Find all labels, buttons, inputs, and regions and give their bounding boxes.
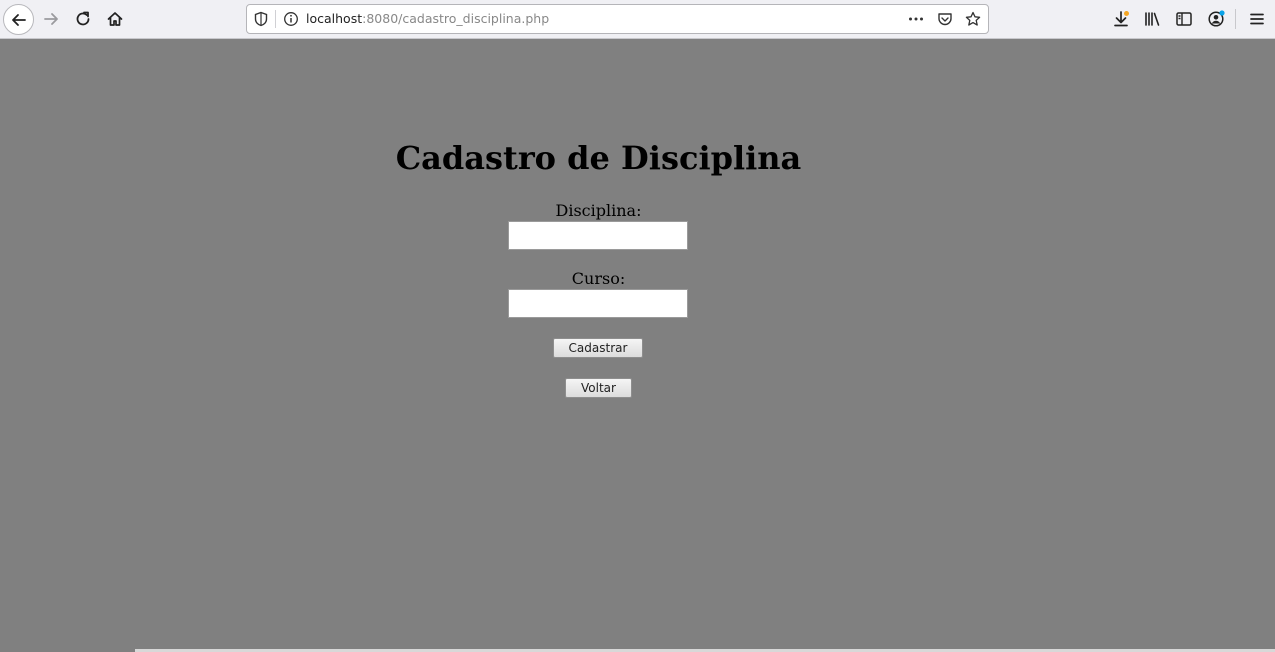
url-separator <box>275 10 276 28</box>
arrow-right-icon <box>44 13 58 25</box>
curso-input[interactable] <box>508 289 688 318</box>
reload-button[interactable] <box>68 4 98 34</box>
toolbar-separator <box>1235 9 1236 29</box>
more-actions-icon[interactable] <box>908 11 924 27</box>
url-path: :8080/cadastro_disciplina.php <box>362 11 550 26</box>
download-icon <box>1114 11 1129 27</box>
browser-toolbar: localhost:8080/cadastro_disciplina.php <box>0 0 1275 39</box>
forward-button[interactable] <box>36 4 66 34</box>
voltar-button[interactable]: Voltar <box>565 378 632 398</box>
hamburger-menu-icon <box>1250 13 1264 25</box>
bookmark-star-icon[interactable] <box>965 11 981 27</box>
library-icon <box>1145 12 1160 26</box>
arrow-left-icon <box>11 13 26 26</box>
menu-button[interactable] <box>1242 4 1272 34</box>
cadastrar-button[interactable]: Cadastrar <box>553 338 643 358</box>
curso-label: Curso: <box>571 269 626 288</box>
disciplina-label: Disciplina: <box>555 201 642 220</box>
library-button[interactable] <box>1137 4 1167 34</box>
pocket-icon[interactable] <box>937 11 953 27</box>
info-icon[interactable] <box>283 11 299 27</box>
home-button[interactable] <box>100 4 130 34</box>
url-host: localhost <box>306 11 363 26</box>
downloads-button[interactable] <box>1106 4 1136 34</box>
address-bar[interactable]: localhost:8080/cadastro_disciplina.php <box>246 4 989 34</box>
account-icon <box>1208 10 1225 27</box>
disciplina-input[interactable] <box>508 221 688 250</box>
account-button[interactable] <box>1201 4 1231 34</box>
home-icon <box>107 12 123 26</box>
page-title: Cadastro de Disciplina <box>395 139 802 177</box>
sidebar-icon <box>1176 12 1192 26</box>
shield-icon[interactable] <box>253 11 269 27</box>
reload-icon <box>76 11 90 26</box>
sidebar-button[interactable] <box>1169 4 1199 34</box>
back-button[interactable] <box>3 4 34 35</box>
url-text[interactable]: localhost:8080/cadastro_disciplina.php <box>306 11 549 26</box>
